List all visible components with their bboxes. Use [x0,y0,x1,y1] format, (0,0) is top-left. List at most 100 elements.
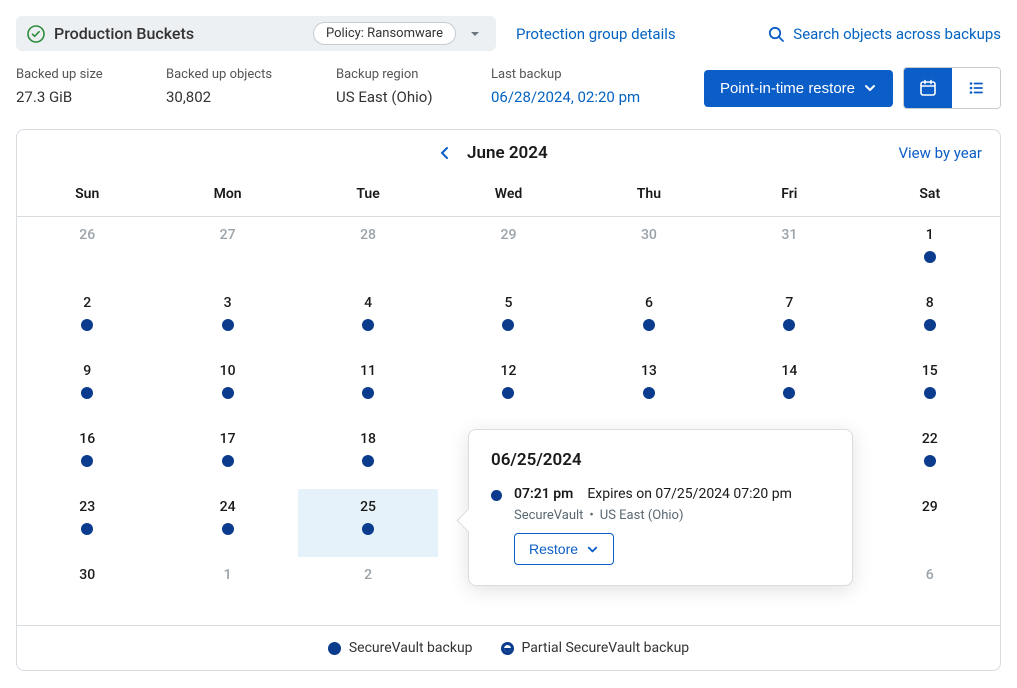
search-icon [767,25,785,43]
calendar-day[interactable]: 14 [719,353,859,421]
calendar-day[interactable]: 31 [719,217,859,285]
calendar-day[interactable]: 16 [17,421,157,489]
prev-month-button[interactable] [437,145,453,161]
day-of-week-label: Mon [157,176,297,216]
day-number: 27 [220,227,236,243]
day-of-week-label: Wed [438,176,578,216]
calendar-day[interactable]: 11 [298,353,438,421]
day-number: 6 [926,567,934,583]
calendar-day[interactable]: 23 [17,489,157,557]
calendar-legend: SecureVault backup Partial SecureVault b… [17,625,1000,670]
stat-backed-up-objects: Backed up objects 30,802 [166,67,336,106]
popover-time: 07:21 pm [514,486,573,502]
calendar-day[interactable]: 15 [860,353,1000,421]
calendar-day[interactable]: 3 [157,285,297,353]
calendar-day[interactable]: 2 [298,557,438,625]
day-of-week-label: Thu [579,176,719,216]
calendar-day[interactable]: 5 [438,285,578,353]
stat-value: 27.3 GiB [16,88,166,106]
day-number: 1 [926,227,934,243]
calendar-day[interactable]: 1 [860,217,1000,285]
day-number: 11 [360,363,376,379]
calendar-day[interactable]: 12 [438,353,578,421]
calendar-day[interactable]: 6 [579,285,719,353]
day-number: 28 [360,227,376,243]
popover-date: 06/25/2024 [491,450,830,470]
backup-dot-icon [502,319,514,331]
popover-region: US East (Ohio) [600,508,684,523]
calendar-day[interactable]: 29 [438,217,578,285]
backup-dot-icon [81,523,93,535]
stat-label: Backed up size [16,67,166,82]
calendar-day[interactable]: 8 [860,285,1000,353]
stat-value[interactable]: 06/28/2024, 02:20 pm [491,88,686,106]
calendar-day[interactable]: 4 [298,285,438,353]
backup-dot-icon [924,387,936,399]
day-number: 18 [360,431,376,447]
day-number: 31 [781,227,797,243]
calendar-day[interactable]: 10 [157,353,297,421]
backup-dot-icon [491,490,502,501]
calendar-day[interactable]: 30 [17,557,157,625]
search-objects-link[interactable]: Search objects across backups [767,25,1001,43]
stat-value: 30,802 [166,88,336,106]
legend-partial-label: Partial SecureVault backup [522,640,690,656]
calendar-day[interactable]: 24 [157,489,297,557]
point-in-time-restore-button[interactable]: Point-in-time restore [704,70,893,107]
view-by-year-link[interactable]: View by year [898,144,982,162]
calendar-day[interactable]: 6 [860,557,1000,625]
calendar-day[interactable]: 27 [157,217,297,285]
calendar-day[interactable]: 9 [17,353,157,421]
calendar-day[interactable]: 25 [298,489,438,557]
chevron-down-icon [586,543,599,556]
calendar-day[interactable]: 7 [719,285,859,353]
backup-dot-icon [924,251,936,263]
protection-group-details-link[interactable]: Protection group details [516,25,676,43]
calendar-day[interactable]: 17 [157,421,297,489]
backup-dot-icon [222,387,234,399]
popover-source-row: SecureVault•US East (Ohio) [514,508,830,523]
stat-backup-region: Backup region US East (Ohio) [336,67,491,106]
calendar: June 2024 View by year SunMonTueWedThuFr… [16,129,1001,671]
backup-dot-icon [362,387,374,399]
day-number: 24 [220,499,236,515]
day-number: 30 [79,567,95,583]
calendar-day[interactable]: 2 [17,285,157,353]
calendar-day[interactable]: 28 [298,217,438,285]
day-number: 2 [83,295,91,311]
calendar-day[interactable]: 26 [17,217,157,285]
day-number: 29 [501,227,517,243]
calendar-view-button[interactable] [904,68,952,108]
popover-time-row: 07:21 pmExpires on 07/25/2024 07:20 pm [514,486,830,502]
restore-button[interactable]: Restore [514,533,614,565]
calendar-day[interactable]: 1 [157,557,297,625]
calendar-day[interactable]: 30 [579,217,719,285]
stat-label: Last backup [491,67,686,82]
protection-group-left: Production Buckets [26,24,194,44]
day-of-week-label: Tue [298,176,438,216]
backup-dot-icon [362,455,374,467]
recovery-point-popover: 06/25/2024 07:21 pmExpires on 07/25/2024… [468,429,853,586]
backup-dot-icon [222,455,234,467]
calendar-day[interactable]: 13 [579,353,719,421]
day-number: 23 [79,499,95,515]
policy-selector[interactable]: Policy: Ransomware [313,22,486,45]
backup-dot-icon [81,319,93,331]
protection-group-title: Production Buckets [54,24,194,43]
calendar-day[interactable]: 18 [298,421,438,489]
backup-dot-icon [643,319,655,331]
day-number: 4 [364,295,372,311]
stat-value: US East (Ohio) [336,88,491,106]
partial-backup-dot-icon [501,642,514,655]
day-number: 9 [83,363,91,379]
list-view-button[interactable] [952,68,1000,108]
backup-dot-icon [362,319,374,331]
calendar-day[interactable]: 29 [860,489,1000,557]
day-number: 22 [922,431,938,447]
backup-dot-icon [502,387,514,399]
protection-group-header: Production Buckets Policy: Ransomware [16,16,496,51]
day-number: 8 [926,295,934,311]
day-of-week-label: Sun [17,176,157,216]
chevron-down-icon [863,81,877,95]
calendar-day[interactable]: 22 [860,421,1000,489]
